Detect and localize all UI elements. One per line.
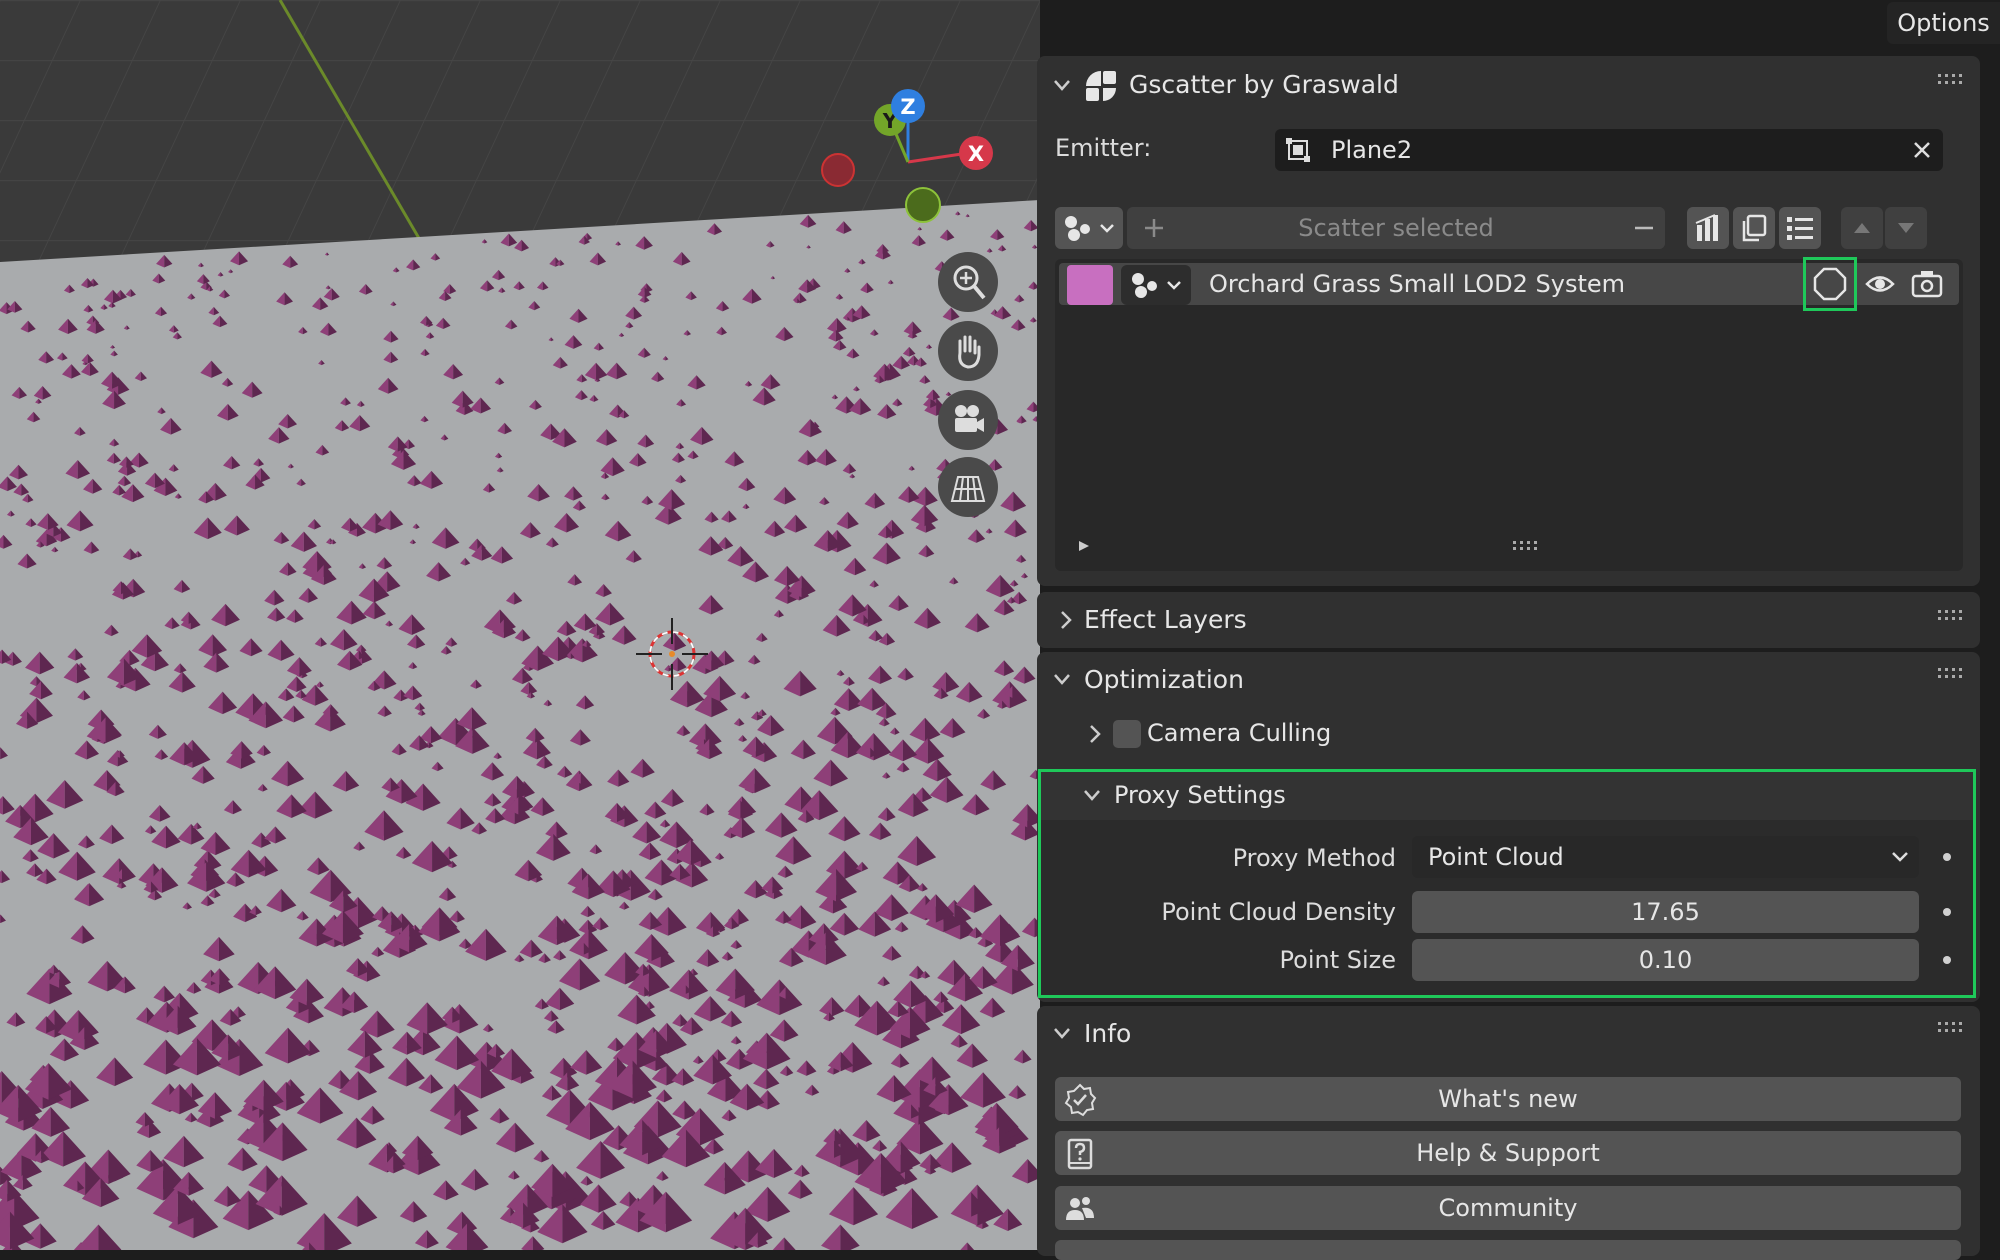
scatter-brush-button[interactable] xyxy=(1687,207,1729,249)
proxy-method-label: Proxy Method xyxy=(1061,844,1396,872)
optimization-title: Optimization xyxy=(1084,665,1244,694)
keyframe-dot[interactable] xyxy=(1943,853,1951,861)
eye-icon[interactable] xyxy=(1865,271,1895,297)
chevron-down-icon[interactable] xyxy=(1081,784,1103,806)
users-icon xyxy=(1063,1192,1097,1226)
duplicate-system-button[interactable] xyxy=(1733,207,1775,249)
system-type-dropdown[interactable] xyxy=(1121,265,1191,305)
point-size-label: Point Size xyxy=(1061,946,1396,974)
info-extra-button[interactable] xyxy=(1055,1240,1961,1260)
close-icon[interactable] xyxy=(1913,141,1931,159)
point-size-value: 0.10 xyxy=(1639,946,1692,974)
effect-layers-panel[interactable]: Effect Layers xyxy=(1037,592,1980,648)
camera-icon[interactable] xyxy=(1911,269,1943,299)
proxy-octagon-icon xyxy=(1812,266,1848,302)
drag-grip-icon[interactable] xyxy=(1938,668,1964,680)
camera-culling-checkbox[interactable] xyxy=(1113,720,1141,748)
gscatter-panel: Gscatter by Graswald Emitter: Plane2 Sca… xyxy=(1037,56,1980,586)
drag-grip-icon[interactable] xyxy=(1938,610,1964,622)
drag-grip-icon[interactable] xyxy=(1938,1022,1964,1034)
emitter-label: Emitter: xyxy=(1055,134,1151,162)
pan-button[interactable] xyxy=(938,321,998,381)
move-up-button[interactable] xyxy=(1841,207,1883,249)
move-down-button[interactable] xyxy=(1885,207,1927,249)
help-support-button[interactable]: Help & Support xyxy=(1055,1131,1961,1175)
resize-grip-icon[interactable] xyxy=(1513,541,1539,551)
chevron-right-icon[interactable] xyxy=(1055,609,1077,631)
play-triangle-icon[interactable] xyxy=(1077,539,1091,553)
options-button[interactable]: Options xyxy=(1887,2,2000,44)
3d-viewport[interactable]: Y Z X xyxy=(0,0,1040,1250)
particles-icon xyxy=(1128,270,1184,300)
point-cloud-density-field[interactable]: 17.65 xyxy=(1412,891,1919,933)
triangle-up-icon xyxy=(1851,217,1873,239)
chevron-down-icon xyxy=(1891,850,1909,864)
grass-brush-icon xyxy=(1693,213,1723,243)
scatter-type-dropdown[interactable] xyxy=(1055,207,1123,249)
proxy-toggle-button[interactable] xyxy=(1803,257,1857,311)
keyframe-dot[interactable] xyxy=(1943,956,1951,964)
remove-system-button[interactable] xyxy=(1623,207,1665,249)
point-cloud-density-label: Point Cloud Density xyxy=(1061,898,1396,926)
system-color-swatch[interactable] xyxy=(1067,265,1113,305)
camera-culling-label: Camera Culling xyxy=(1147,719,1331,747)
scatter-selected-button[interactable]: Scatter selected xyxy=(1127,207,1665,249)
optimization-panel: Optimization Camera Culling Proxy Settin… xyxy=(1037,652,1980,1002)
proxy-settings-subpanel: Proxy Settings Proxy Method Point Cloud … xyxy=(1038,769,1976,998)
community-button[interactable]: Community xyxy=(1055,1186,1961,1230)
gizmo-z-label: Z xyxy=(900,95,915,119)
help-book-icon xyxy=(1063,1137,1097,1171)
proxy-method-value: Point Cloud xyxy=(1428,843,1564,871)
point-size-field[interactable]: 0.10 xyxy=(1412,939,1919,981)
minus-icon xyxy=(1633,217,1655,239)
chevron-right-icon[interactable] xyxy=(1084,723,1106,745)
hand-icon xyxy=(948,331,988,371)
whats-new-button[interactable]: What's new xyxy=(1055,1077,1961,1121)
drag-grip-icon[interactable] xyxy=(1938,74,1964,86)
keyframe-dot[interactable] xyxy=(1943,908,1951,916)
perspective-toggle-button[interactable] xyxy=(938,457,998,517)
system-list-button[interactable] xyxy=(1779,207,1821,249)
scatter-selected-label: Scatter selected xyxy=(1298,214,1494,242)
emitter-field[interactable]: Plane2 xyxy=(1275,129,1943,171)
community-label: Community xyxy=(1439,1194,1578,1222)
video-camera-icon xyxy=(948,400,988,440)
proxy-settings-title: Proxy Settings xyxy=(1114,781,1286,809)
chevron-down-icon[interactable] xyxy=(1051,668,1073,690)
camera-view-button[interactable] xyxy=(938,390,998,450)
zoom-magnifier-icon xyxy=(948,262,988,302)
point-cloud-density-value: 17.65 xyxy=(1631,898,1700,926)
proxy-method-select[interactable]: Point Cloud xyxy=(1412,836,1919,878)
badge-check-icon xyxy=(1063,1083,1097,1117)
system-name: Orchard Grass Small LOD2 System xyxy=(1209,270,1625,298)
help-support-label: Help & Support xyxy=(1416,1139,1600,1167)
options-label: Options xyxy=(1897,9,1990,37)
gscatter-title: Gscatter by Graswald xyxy=(1129,70,1399,99)
gizmo-x-label: X xyxy=(968,142,984,166)
navigation-gizmo[interactable]: Y Z X xyxy=(820,80,1000,240)
copy-icon xyxy=(1739,213,1769,243)
effect-layers-title: Effect Layers xyxy=(1084,605,1247,634)
grid-perspective-icon xyxy=(948,467,988,507)
chevron-down-icon[interactable] xyxy=(1051,1022,1073,1044)
list-item-system[interactable]: Orchard Grass Small LOD2 System xyxy=(1059,263,1959,305)
triangle-down-icon xyxy=(1895,217,1917,239)
whats-new-label: What's new xyxy=(1438,1085,1577,1113)
plus-icon xyxy=(1143,217,1165,239)
emitter-value: Plane2 xyxy=(1331,136,1412,164)
mesh-object-icon xyxy=(1285,137,1311,163)
particles-icon xyxy=(1061,213,1117,243)
zoom-button[interactable] xyxy=(938,252,998,312)
chevron-down-icon[interactable] xyxy=(1051,74,1073,96)
scatter-systems-list[interactable]: Orchard Grass Small LOD2 System xyxy=(1055,259,1963,571)
graswald-logo-icon xyxy=(1083,68,1119,104)
list-icon xyxy=(1785,213,1815,243)
info-title: Info xyxy=(1084,1019,1131,1048)
